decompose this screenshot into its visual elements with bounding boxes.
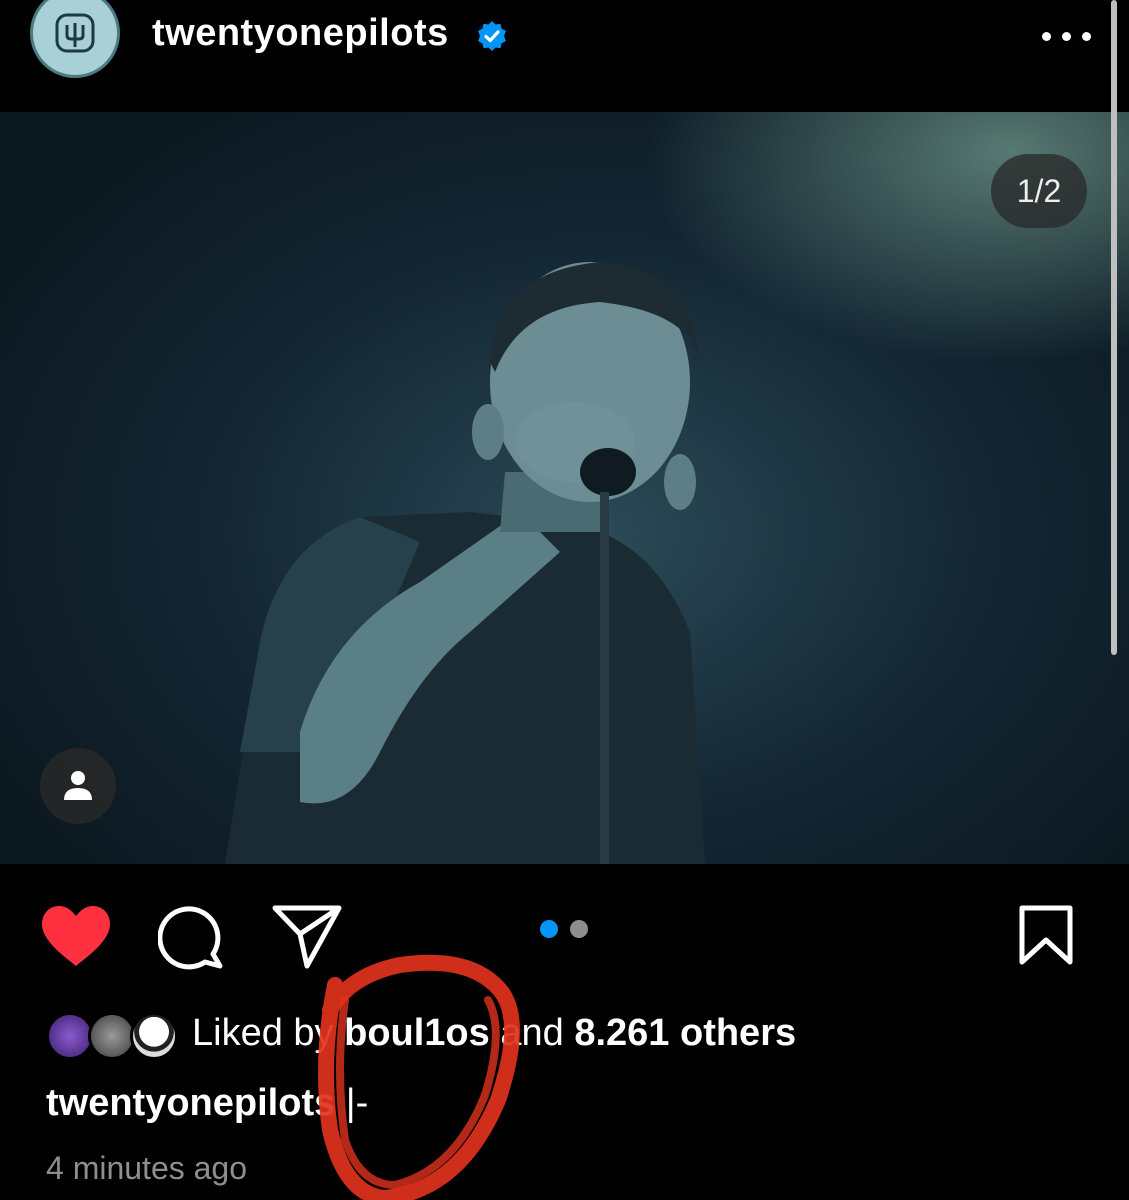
liker-username[interactable]: boul1os — [344, 1012, 490, 1054]
ellipsis-icon — [1042, 32, 1051, 41]
heart-filled-icon[interactable] — [40, 904, 112, 968]
carousel-dot-active — [540, 920, 558, 938]
likes-and-label: and — [500, 1012, 564, 1054]
send-icon[interactable] — [272, 904, 342, 970]
more-options-button[interactable] — [1040, 20, 1092, 50]
liked-by-label: Liked by — [192, 1012, 334, 1054]
caption-username[interactable]: twentyonepilots — [46, 1082, 335, 1124]
comment-icon[interactable] — [158, 904, 224, 970]
post-header: twentyonepilots — [0, 0, 1129, 112]
user-tag-icon — [64, 771, 92, 800]
scrollbar[interactable] — [1111, 0, 1117, 655]
liker-avatar — [46, 1012, 94, 1060]
verified-badge-icon — [478, 21, 506, 51]
post-photo[interactable]: 1/2 — [0, 112, 1129, 864]
carousel-dot — [570, 920, 588, 938]
carousel-counter: 1/2 — [991, 154, 1087, 228]
singer-photo — [225, 262, 705, 864]
caption-text: |- — [345, 1082, 369, 1124]
likes-text: Liked by boul1os and 8.261 others — [192, 1012, 796, 1055]
profile-avatar[interactable] — [30, 0, 120, 78]
liker-avatar — [88, 1012, 136, 1060]
post-username[interactable]: twentyonepilots — [152, 12, 449, 55]
action-bar — [0, 864, 1129, 994]
post-timestamp: 4 minutes ago — [46, 1150, 248, 1186]
bookmark-icon[interactable] — [1018, 904, 1074, 966]
likes-others-link[interactable]: 8.261 others — [574, 1012, 796, 1054]
band-logo-icon — [55, 13, 95, 53]
liker-avatar — [130, 1012, 178, 1060]
likes-row[interactable]: Liked by boul1os and 8.261 others — [46, 1008, 946, 1060]
ellipsis-dot — [1082, 32, 1091, 41]
tagged-users-button[interactable] — [40, 748, 116, 824]
post-caption: twentyonepilots |- — [46, 1082, 368, 1125]
ellipsis-dot — [1062, 32, 1071, 41]
